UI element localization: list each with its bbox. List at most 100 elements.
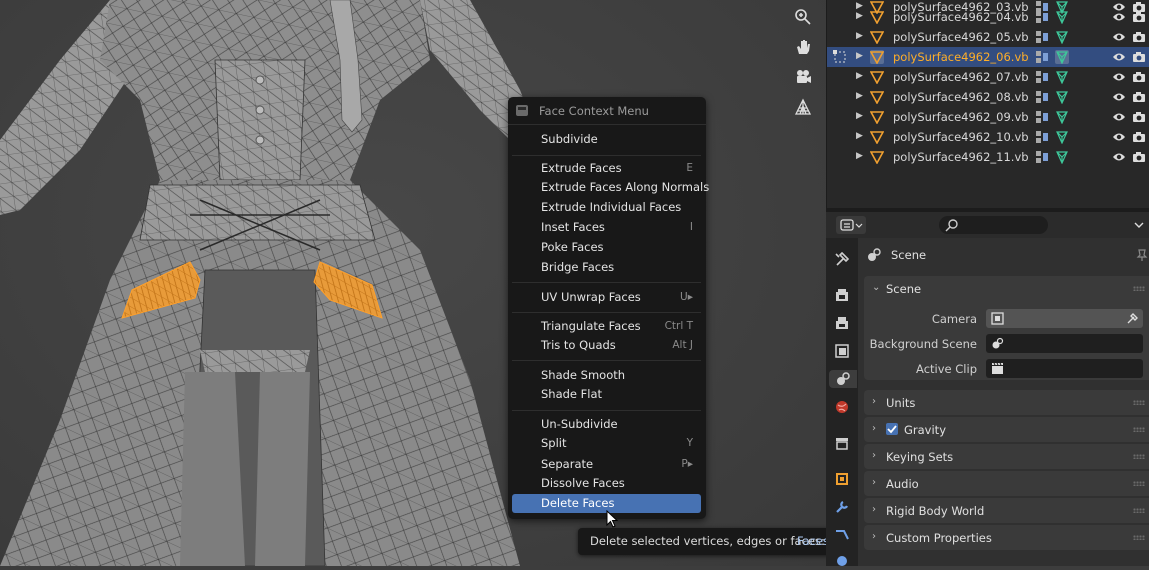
menu-item-shade-flat[interactable]: Shade Flat: [512, 385, 701, 404]
outliner-row-selected[interactable]: ▶ polySurface4962_06.vb: [827, 47, 1149, 67]
pan-hand-icon[interactable]: [790, 34, 816, 60]
audio-panel[interactable]: › Audio: [864, 471, 1149, 496]
outliner-row[interactable]: ▶ polySurface4962_05.vb: [827, 27, 1149, 47]
scene-tab-icon[interactable]: [829, 370, 857, 388]
drag-grip-icon[interactable]: [1133, 400, 1145, 405]
drag-grip-icon[interactable]: [1133, 535, 1145, 540]
ortho-grid-icon[interactable]: [790, 94, 816, 120]
view-layer-tab-icon[interactable]: [833, 342, 851, 360]
menu-item-poke-faces[interactable]: Poke Faces: [512, 238, 701, 257]
visibility-eye-icon[interactable]: [1112, 131, 1126, 143]
modifier-wrench-icon[interactable]: [833, 498, 851, 516]
outliner-row[interactable]: ▶ polySurface4962_08.vb: [827, 87, 1149, 107]
menu-item-subdivide[interactable]: Subdivide: [512, 130, 701, 149]
eyedropper-icon[interactable]: [1126, 312, 1139, 325]
output-tab-icon[interactable]: [833, 314, 851, 332]
properties-context: Scene: [858, 244, 1149, 266]
render-camera-icon[interactable]: [1132, 90, 1146, 104]
expand-arrow-icon[interactable]: ▶: [856, 131, 863, 141]
properties-panel: Scene ⌄ Scene Camera Background Scene Ac…: [858, 238, 1149, 566]
render-camera-icon[interactable]: [1132, 10, 1146, 24]
visibility-eye-icon[interactable]: [1112, 151, 1126, 163]
custom-properties-panel[interactable]: › Custom Properties: [864, 525, 1149, 550]
background-scene-row: Background Scene: [864, 334, 1149, 354]
menu-item-inset-faces[interactable]: Inset Faces I: [512, 218, 701, 237]
menu-panel-icon: [516, 105, 528, 116]
mesh-data-icon: [1056, 11, 1068, 24]
visibility-eye-icon[interactable]: [1112, 111, 1126, 123]
scene-panel-header[interactable]: ⌄ Scene: [864, 276, 1149, 301]
gravity-panel[interactable]: › Gravity: [864, 417, 1149, 442]
menu-item-extrude-along-normals[interactable]: Extrude Faces Along Normals: [512, 178, 709, 197]
chevron-right-icon: ›: [872, 423, 876, 434]
mesh-object-icon: [870, 91, 884, 104]
menu-item-dissolve-faces[interactable]: Dissolve Faces: [512, 474, 701, 493]
camera-view-icon[interactable]: [790, 64, 816, 90]
3d-viewport[interactable]: Face Context Menu Subdivide Extrude Face…: [0, 0, 826, 566]
render-tab-icon[interactable]: [833, 286, 851, 304]
render-camera-icon[interactable]: [1132, 130, 1146, 144]
face-context-menu: Face Context Menu Subdivide Extrude Face…: [508, 97, 709, 519]
camera-field[interactable]: [986, 309, 1143, 328]
render-camera-icon[interactable]: [1132, 150, 1146, 164]
menu-item-triangulate-faces[interactable]: Triangulate Faces Ctrl T: [512, 317, 701, 336]
menu-item-bridge-faces[interactable]: Bridge Faces: [512, 258, 701, 277]
expand-arrow-icon[interactable]: ▶: [856, 151, 863, 161]
menu-item-extrude-individual[interactable]: Extrude Individual Faces: [512, 198, 701, 217]
collection-tab-icon[interactable]: [833, 434, 851, 452]
expand-arrow-icon[interactable]: ▶: [856, 71, 863, 81]
drag-grip-icon[interactable]: [1133, 427, 1145, 432]
menu-item-un-subdivide[interactable]: Un-Subdivide: [512, 415, 701, 434]
world-tab-icon[interactable]: [833, 398, 851, 416]
render-camera-icon[interactable]: [1132, 50, 1146, 64]
units-panel[interactable]: › Units: [864, 390, 1149, 415]
active-clip-field[interactable]: [986, 359, 1143, 378]
menu-item-shade-smooth[interactable]: Shade Smooth: [512, 366, 701, 385]
rigid-body-world-panel[interactable]: › Rigid Body World: [864, 498, 1149, 523]
gravity-checkbox[interactable]: [886, 423, 898, 435]
expand-arrow-icon[interactable]: ▶: [856, 91, 863, 101]
expand-arrow-icon[interactable]: ▶: [856, 51, 863, 61]
drag-grip-icon[interactable]: [1133, 481, 1145, 486]
outliner-row[interactable]: ▶ polySurface4962_11.vb: [827, 147, 1149, 167]
menu-item-separate[interactable]: Separate P▸: [512, 455, 701, 474]
keying-sets-panel[interactable]: › Keying Sets: [864, 444, 1149, 469]
drag-grip-icon[interactable]: [1133, 286, 1145, 291]
zoom-icon[interactable]: [790, 4, 816, 30]
outliner-row[interactable]: ▶ polySurface4962_09.vb: [827, 107, 1149, 127]
particles-tab-icon[interactable]: [833, 526, 851, 544]
physics-tab-icon[interactable]: [833, 552, 851, 570]
expand-arrow-icon[interactable]: ▶: [856, 11, 863, 21]
expand-arrow-icon[interactable]: ▶: [856, 31, 863, 41]
background-scene-field[interactable]: [986, 334, 1143, 353]
properties-editor-icon: [840, 219, 863, 231]
menu-item-uv-unwrap-faces[interactable]: UV Unwrap Faces U▸: [512, 288, 701, 307]
menu-item-tris-to-quads[interactable]: Tris to Quads Alt J: [512, 336, 701, 355]
pin-icon[interactable]: [1135, 248, 1149, 262]
visibility-eye-icon[interactable]: [1112, 91, 1126, 103]
visibility-eye-icon[interactable]: [1112, 51, 1126, 63]
tool-tab-icon[interactable]: [833, 250, 851, 268]
outliner-row[interactable]: ▶ polySurface4962_10.vb: [827, 127, 1149, 147]
outliner-row[interactable]: ▶ polySurface4962_04.vb: [827, 7, 1149, 27]
render-camera-icon[interactable]: [1132, 70, 1146, 84]
expand-arrow-icon[interactable]: ▶: [856, 111, 863, 121]
visibility-eye-icon[interactable]: [1112, 71, 1126, 83]
render-camera-icon[interactable]: [1132, 30, 1146, 44]
editor-type-button[interactable]: [836, 216, 866, 234]
properties-search-input[interactable]: [939, 216, 1048, 234]
menu-item-split[interactable]: Split Y: [512, 434, 701, 453]
drag-grip-icon[interactable]: [1133, 508, 1145, 513]
object-tab-icon[interactable]: [833, 470, 851, 488]
visibility-eye-icon[interactable]: [1112, 31, 1126, 43]
render-camera-icon[interactable]: [1132, 110, 1146, 124]
menu-item-extrude-faces[interactable]: Extrude Faces E: [512, 159, 701, 178]
visibility-eye-icon[interactable]: [1112, 11, 1126, 23]
outliner-row[interactable]: ▶ polySurface4962_07.vb: [827, 67, 1149, 87]
options-dropdown[interactable]: [1124, 216, 1149, 234]
mesh-object-icon: [870, 111, 884, 124]
mesh-object-icon: [870, 11, 884, 24]
drag-grip-icon[interactable]: [1133, 454, 1145, 459]
scene-icon: [868, 248, 881, 261]
mesh-data-icon: [1056, 31, 1068, 44]
